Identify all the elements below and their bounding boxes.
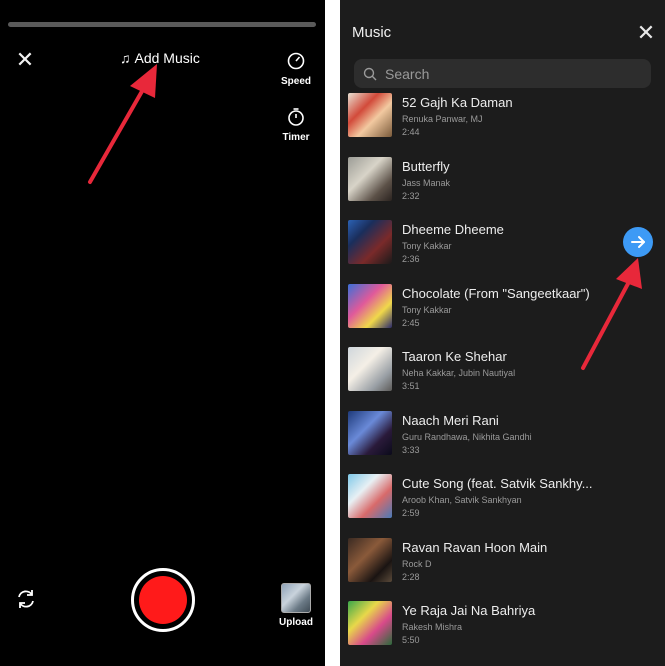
track-artist: Jass Manak bbox=[402, 178, 451, 188]
search-icon bbox=[363, 67, 377, 80]
speed-label: Speed bbox=[280, 76, 311, 87]
use-track-button[interactable] bbox=[623, 227, 653, 257]
track-artist: Guru Randhawa, Nikhita Gandhi bbox=[402, 432, 532, 442]
speed-button[interactable]: Speed bbox=[276, 50, 316, 87]
track-artist: Neha Kakkar, Jubin Nautiyal bbox=[402, 368, 516, 378]
track-row[interactable]: Cute Song (feat. Satvik Sankhy... Aroob … bbox=[348, 474, 648, 530]
album-art bbox=[348, 538, 392, 582]
track-title: Ravan Ravan Hoon Main bbox=[402, 540, 548, 555]
close-icon[interactable]: ✕ bbox=[14, 49, 36, 71]
add-music-label: Add Music bbox=[134, 50, 200, 66]
track-duration: 2:32 bbox=[402, 191, 420, 201]
album-art bbox=[348, 601, 392, 645]
track-duration: 3:33 bbox=[402, 445, 420, 455]
search-bar[interactable] bbox=[354, 59, 651, 88]
track-artist: Rakesh Mishra bbox=[402, 622, 463, 632]
track-artist: Tony Kakkar bbox=[402, 241, 452, 251]
timer-label: Timer bbox=[282, 132, 310, 143]
track-row[interactable]: Ye Raja Jai Na Bahriya Rakesh Mishra 5:5… bbox=[348, 601, 648, 657]
track-title: Butterfly bbox=[402, 159, 450, 174]
gallery-thumbnail bbox=[281, 583, 311, 613]
track-duration: 2:59 bbox=[402, 508, 420, 518]
music-picker-panel: Music ✕ 52 Gajh Ka Daman Renuka Panwar, … bbox=[340, 0, 665, 666]
panel-divider bbox=[325, 0, 340, 666]
album-art bbox=[348, 157, 392, 201]
add-music-button[interactable]: ♫ Add Music bbox=[120, 48, 200, 68]
close-icon[interactable]: ✕ bbox=[635, 22, 657, 44]
album-art bbox=[348, 93, 392, 137]
speedometer-icon bbox=[287, 52, 305, 70]
upload-label: Upload bbox=[279, 617, 313, 628]
track-title: Chocolate (From "Sangeetkaar") bbox=[402, 286, 590, 301]
record-dot bbox=[139, 576, 187, 624]
album-art bbox=[348, 284, 392, 328]
track-row[interactable]: Chocolate (From "Sangeetkaar") Tony Kakk… bbox=[348, 284, 648, 340]
music-title: Music bbox=[352, 24, 392, 41]
upload-button[interactable]: Upload bbox=[278, 583, 314, 628]
annotation-arrow-add-music bbox=[88, 64, 157, 184]
track-artist: Aroob Khan, Satvik Sankhyan bbox=[402, 495, 522, 505]
track-artist: Renuka Panwar, MJ bbox=[402, 114, 483, 124]
album-art bbox=[348, 220, 392, 264]
album-art bbox=[348, 411, 392, 455]
track-row[interactable]: Naach Meri Rani Guru Randhawa, Nikhita G… bbox=[348, 411, 648, 467]
track-title: Cute Song (feat. Satvik Sankhy... bbox=[402, 476, 593, 491]
track-duration: 3:51 bbox=[402, 381, 420, 391]
arrow-right-icon bbox=[631, 236, 645, 248]
track-duration: 2:28 bbox=[402, 572, 420, 582]
track-duration: 2:44 bbox=[402, 127, 420, 137]
album-art bbox=[348, 347, 392, 391]
track-duration: 2:36 bbox=[402, 254, 420, 264]
track-title: Naach Meri Rani bbox=[402, 413, 499, 428]
track-title: 52 Gajh Ka Daman bbox=[402, 95, 513, 110]
track-artist: Tony Kakkar bbox=[402, 305, 452, 315]
music-note-icon: ♫ bbox=[120, 50, 131, 66]
track-row[interactable]: Butterfly Jass Manak 2:32 bbox=[348, 157, 648, 213]
track-row[interactable]: Dheeme Dheeme Tony Kakkar 2:36 bbox=[348, 220, 648, 276]
recording-progress-bar bbox=[8, 22, 316, 27]
album-art bbox=[348, 474, 392, 518]
track-title: Ye Raja Jai Na Bahriya bbox=[402, 603, 536, 618]
track-artist: Rock D bbox=[402, 559, 432, 569]
camera-screen: ✕ ♫ Add Music Speed Timer Upload bbox=[0, 0, 325, 666]
flip-camera-icon[interactable] bbox=[14, 587, 38, 611]
track-title: Taaron Ke Shehar bbox=[402, 349, 507, 364]
track-row[interactable]: Taaron Ke Shehar Neha Kakkar, Jubin Naut… bbox=[348, 347, 648, 403]
track-title: Dheeme Dheeme bbox=[402, 222, 504, 237]
track-duration: 2:45 bbox=[402, 318, 420, 328]
search-input[interactable] bbox=[383, 64, 637, 83]
record-button[interactable] bbox=[131, 568, 195, 632]
track-duration: 5:50 bbox=[402, 635, 420, 645]
track-row[interactable]: 52 Gajh Ka Daman Renuka Panwar, MJ 2:44 bbox=[348, 93, 648, 149]
timer-icon bbox=[288, 108, 304, 126]
timer-button[interactable]: Timer bbox=[276, 106, 316, 143]
track-row[interactable]: Ravan Ravan Hoon Main Rock D 2:28 bbox=[348, 538, 648, 594]
